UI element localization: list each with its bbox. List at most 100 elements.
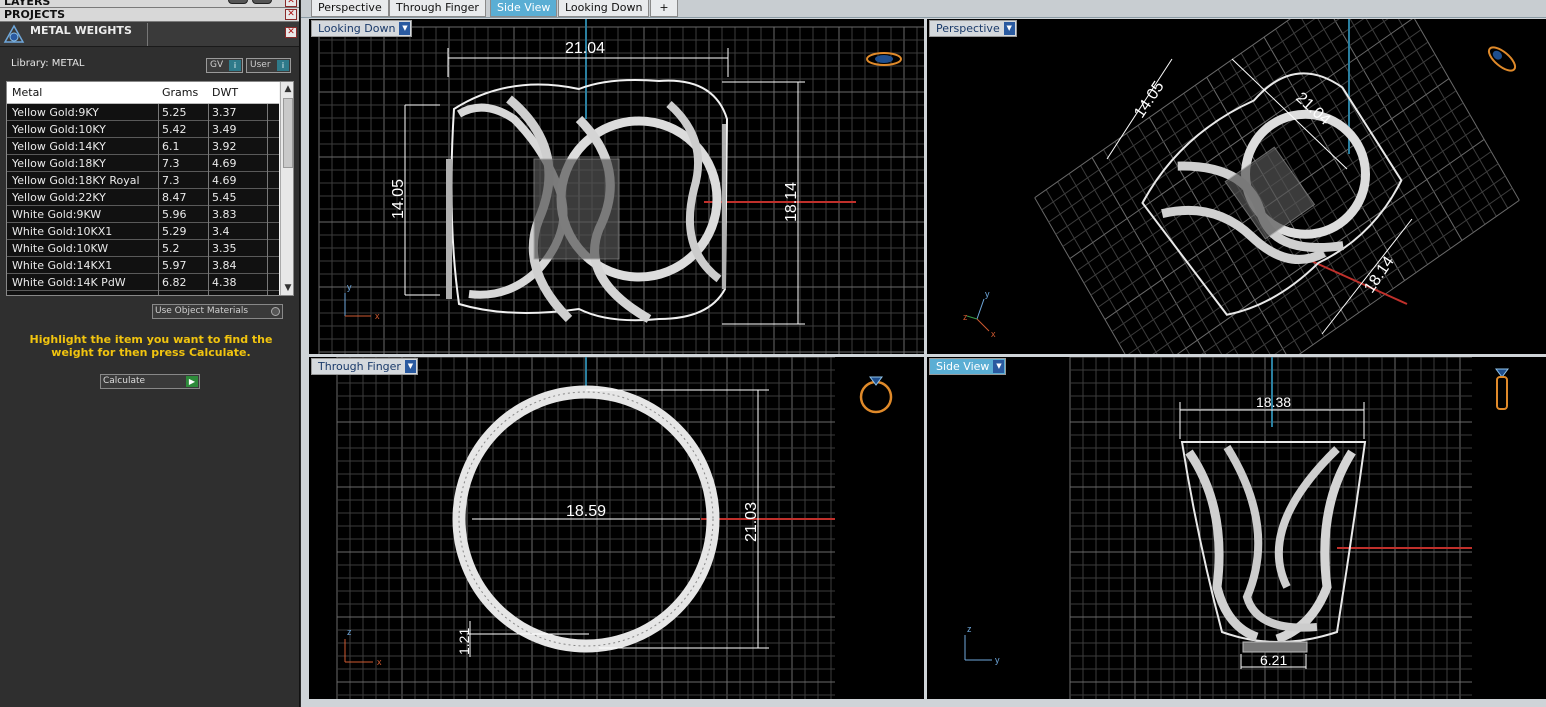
dwt-cell: 3.37 <box>212 106 237 119</box>
column-header-metal[interactable]: Metal <box>12 86 42 99</box>
viewport-label-side-view[interactable]: Side View ▼ <box>929 358 1007 375</box>
scroll-up-icon[interactable]: ▲ <box>283 84 293 94</box>
axis-label-x: x <box>991 329 996 339</box>
axis-gizmo: y x <box>344 282 380 321</box>
view-orientation-icon[interactable] <box>859 376 893 414</box>
table-row[interactable]: White Gold:10KW 5.2 3.35 <box>7 240 279 257</box>
column-header-dwt[interactable]: DWT <box>212 86 238 99</box>
table-row[interactable]: White Gold:14K PdW 6.82 4.38 <box>7 274 279 291</box>
through-finger-canvas[interactable]: 18.59 21.03 1.21 z x <box>309 357 924 699</box>
tab-perspective[interactable]: Perspective <box>311 0 389 17</box>
info-icon: i <box>229 60 241 71</box>
side-view-canvas[interactable]: 18.38 6.21 z y <box>927 357 1546 699</box>
eye-icon[interactable] <box>252 0 272 4</box>
metal-table[interactable]: Metal Grams DWT Yellow Gold:9KY 5.25 3.37 Y… <box>6 81 294 296</box>
column-divider <box>267 138 268 155</box>
column-divider <box>158 138 159 155</box>
scroll-down-icon[interactable]: ▼ <box>283 283 293 293</box>
metal-weights-header[interactable]: METAL WEIGHTS ✕ <box>0 22 299 47</box>
projects-title: PROJECTS <box>4 8 65 21</box>
dwt-cell: 3.49 <box>212 123 237 136</box>
dwt-cell: 3.35 <box>212 242 237 255</box>
table-row[interactable]: Yellow Gold:14KY 6.1 3.92 <box>7 138 279 155</box>
user-toggle[interactable]: User i <box>246 58 291 73</box>
library-label: Library: METAL <box>11 58 85 69</box>
viewport-perspective[interactable]: 14.05 21.04 18.14 y x z Perspective ▼ <box>927 19 1546 354</box>
viewport-looking-down[interactable]: 21.04 14.05 18.14 y x Looking Down ▼ <box>309 19 924 354</box>
column-divider <box>208 138 209 155</box>
grid-line <box>1034 197 1176 354</box>
calculate-button[interactable]: Calculate ▶ <box>100 374 200 389</box>
column-divider <box>158 257 159 274</box>
grid-line <box>1160 175 1506 354</box>
column-header-grams[interactable]: Grams <box>162 86 198 99</box>
column-divider <box>267 189 268 206</box>
dropdown-icon[interactable]: ▼ <box>399 22 411 35</box>
dimension-label-a: 14.05 <box>1131 78 1168 121</box>
dwt-cell: 4.38 <box>212 276 237 289</box>
viewport-label-through-finger[interactable]: Through Finger ▼ <box>311 358 418 375</box>
column-divider <box>158 155 159 172</box>
axis-label-z: z <box>347 627 352 637</box>
scroll-thumb[interactable] <box>283 98 293 168</box>
view-orientation-icon[interactable] <box>1495 368 1509 410</box>
tab-looking-down[interactable]: Looking Down <box>558 0 650 17</box>
metal-cell: Yellow Gold:18KY <box>12 157 106 170</box>
close-icon[interactable]: ✕ <box>285 9 297 20</box>
use-object-materials-label: Use Object Materials <box>155 306 249 316</box>
table-row[interactable]: Yellow Gold:9KY 5.25 3.37 <box>7 104 279 121</box>
column-divider <box>208 104 209 121</box>
projects-header[interactable]: PROJECTS ✕ <box>0 8 299 22</box>
metal-cell: Yellow Gold:22KY <box>12 191 106 204</box>
dropdown-icon[interactable]: ▼ <box>993 360 1005 373</box>
table-row[interactable]: Yellow Gold:10KY 5.42 3.49 <box>7 121 279 138</box>
dimension-height-left-label: 14.05 <box>390 179 407 219</box>
gv-toggle[interactable]: GV i <box>206 58 243 73</box>
column-divider <box>267 223 268 240</box>
dropdown-icon[interactable]: ▼ <box>1003 22 1015 35</box>
tab-through-finger[interactable]: Through Finger <box>389 0 486 17</box>
tab-side-view[interactable]: Side View <box>490 0 558 17</box>
dropdown-icon[interactable]: ▼ <box>404 360 416 373</box>
axis-gizmo: y x z <box>963 289 996 339</box>
close-icon[interactable]: ✕ <box>285 27 297 38</box>
grams-cell: 8.47 <box>162 191 187 204</box>
layers-toggle-icon[interactable] <box>228 0 248 4</box>
view-orientation-icon[interactable] <box>1485 43 1519 74</box>
table-row[interactable]: Yellow Gold:22KY 8.47 5.45 <box>7 189 279 206</box>
viewport-area: Perspective Through Finger Side View Loo… <box>301 0 1546 707</box>
table-row[interactable]: White Gold:14KX1 5.97 3.84 <box>7 257 279 274</box>
grid-line <box>1091 157 1233 354</box>
layers-header[interactable]: LAYERS ✕ <box>0 0 299 8</box>
viewport-through-finger[interactable]: 18.59 21.03 1.21 z x Through Finger ▼ <box>309 357 924 699</box>
metal-cell: White Gold:14KW <box>12 293 108 295</box>
use-object-materials-button[interactable]: Use Object Materials <box>152 304 283 319</box>
column-divider <box>158 189 159 206</box>
header-divider <box>147 23 148 46</box>
add-tab-button[interactable]: + <box>650 0 678 17</box>
metal-weights-panel: LAYERS ✕ PROJECTS ✕ METAL WEIGHTS ✕ Libr… <box>0 0 300 707</box>
play-icon: ▶ <box>186 376 198 387</box>
viewport-label-perspective[interactable]: Perspective ▼ <box>929 20 1017 37</box>
table-row[interactable]: White Gold:14KW <box>7 291 279 295</box>
inner-diameter-label: 18.59 <box>566 503 606 520</box>
column-divider <box>267 155 268 172</box>
dimension-height-right-label: 18.14 <box>783 182 800 222</box>
close-icon[interactable]: ✕ <box>285 0 297 7</box>
viewport-side-view[interactable]: 18.38 6.21 z y Side View ▼ <box>927 357 1546 699</box>
view-orientation-icon[interactable] <box>866 52 902 66</box>
looking-down-canvas[interactable]: 21.04 14.05 18.14 y x <box>309 19 924 354</box>
column-divider <box>158 274 159 291</box>
table-scrollbar[interactable]: ▲ ▼ <box>280 82 293 295</box>
instruction-text: Highlight the item you want to find the … <box>29 333 273 359</box>
thickness-label: 1.21 <box>456 628 472 655</box>
table-row[interactable]: Yellow Gold:18KY Royal 7.3 4.69 <box>7 172 279 189</box>
table-row[interactable]: White Gold:10KX1 5.29 3.4 <box>7 223 279 240</box>
table-row[interactable]: Yellow Gold:18KY 7.3 4.69 <box>7 155 279 172</box>
metal-cell: White Gold:9KW <box>12 208 102 221</box>
perspective-canvas[interactable]: 14.05 21.04 18.14 y x z <box>927 19 1546 354</box>
table-row[interactable]: White Gold:9KW 5.96 3.83 <box>7 206 279 223</box>
viewport-label-looking-down[interactable]: Looking Down ▼ <box>311 20 413 37</box>
grams-cell: 6.82 <box>162 276 187 289</box>
grams-cell: 5.42 <box>162 123 187 136</box>
